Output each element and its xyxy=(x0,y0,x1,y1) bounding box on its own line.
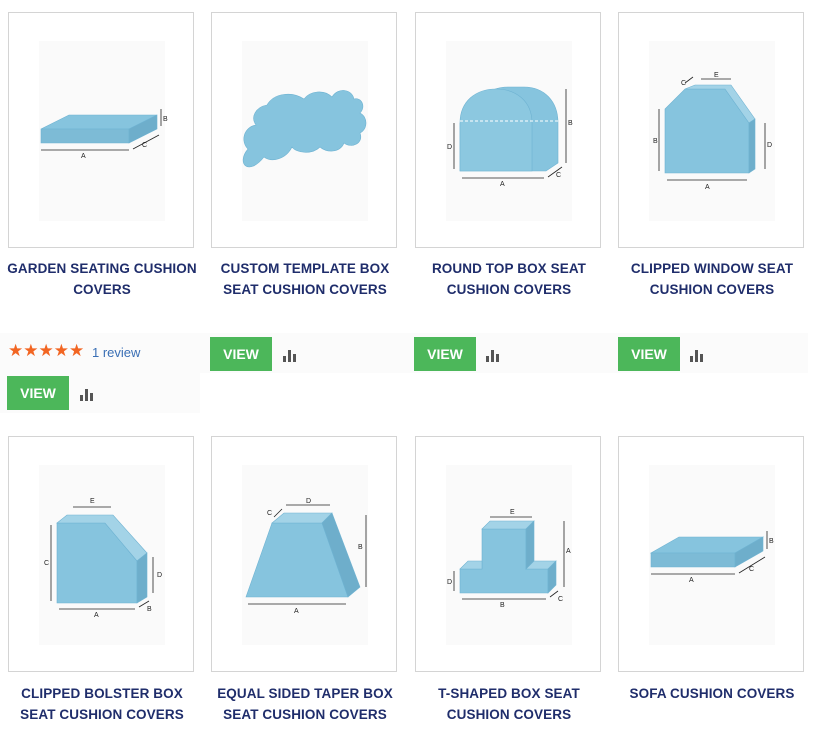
product-title[interactable]: CLIPPED WINDOW SEAT CUSHION COVERS xyxy=(612,258,812,300)
product-image-t-shaped-box[interactable]: E A D B C xyxy=(415,436,601,672)
svg-text:B: B xyxy=(769,538,774,545)
compare-icon[interactable] xyxy=(283,348,301,362)
view-button[interactable]: VIEW xyxy=(618,337,680,371)
product-image-clipped-window-seat[interactable]: B D A E C xyxy=(618,12,804,248)
svg-text:D: D xyxy=(447,144,452,151)
view-button[interactable]: VIEW xyxy=(414,337,476,371)
svg-text:A: A xyxy=(500,181,505,188)
svg-text:C: C xyxy=(556,172,561,179)
product-image-round-top-box[interactable]: A B C D xyxy=(415,12,601,248)
flat-box-cushion-icon: A B C xyxy=(39,41,168,221)
svg-text:D: D xyxy=(306,498,311,505)
svg-text:B: B xyxy=(500,602,505,609)
clipped-bolster-box-cushion-icon: C D A E B xyxy=(39,465,165,645)
svg-text:C: C xyxy=(558,596,563,603)
svg-text:E: E xyxy=(90,498,95,505)
svg-text:C: C xyxy=(142,142,147,149)
svg-text:E: E xyxy=(714,72,719,79)
product-title[interactable]: GARDEN SEATING CUSHION COVERS xyxy=(2,258,202,300)
product-image-sofa-cushion[interactable]: A B C xyxy=(618,436,804,672)
product-title[interactable]: CUSTOM TEMPLATE BOX SEAT CUSHION COVERS xyxy=(205,258,405,300)
svg-text:B: B xyxy=(147,606,152,613)
view-button[interactable]: VIEW xyxy=(7,376,69,410)
svg-text:D: D xyxy=(767,142,772,149)
product-title[interactable]: EQUAL SIDED TAPER BOX SEAT CUSHION COVER… xyxy=(205,683,405,725)
product-image-equal-sided-taper-box[interactable]: D B A C xyxy=(211,436,397,672)
svg-text:D: D xyxy=(447,579,452,586)
svg-text:B: B xyxy=(653,138,658,145)
svg-text:A: A xyxy=(81,153,86,160)
svg-text:B: B xyxy=(358,544,363,551)
svg-text:A: A xyxy=(689,577,694,584)
custom-template-cushion-icon xyxy=(242,41,368,221)
svg-text:C: C xyxy=(267,510,272,517)
product-title[interactable]: T-SHAPED BOX SEAT CUSHION COVERS xyxy=(409,683,609,725)
svg-text:A: A xyxy=(294,608,299,615)
product-title[interactable]: CLIPPED BOLSTER BOX SEAT CUSHION COVERS xyxy=(2,683,202,725)
svg-text:C: C xyxy=(681,80,686,87)
sofa-cushion-icon: A B C xyxy=(649,465,775,645)
product-title[interactable]: SOFA CUSHION COVERS xyxy=(612,683,812,704)
view-button[interactable]: VIEW xyxy=(210,337,272,371)
compare-icon[interactable] xyxy=(80,387,98,401)
svg-text:E: E xyxy=(510,509,515,516)
svg-text:C: C xyxy=(44,560,49,567)
compare-icon[interactable] xyxy=(486,348,504,362)
svg-text:A: A xyxy=(566,548,571,555)
svg-text:C: C xyxy=(749,566,754,573)
product-image-garden-seating[interactable]: A B C xyxy=(8,12,194,248)
svg-text:A: A xyxy=(94,612,99,619)
svg-text:A: A xyxy=(705,184,710,191)
svg-text:B: B xyxy=(163,116,168,123)
taper-box-cushion-icon: D B A C xyxy=(242,465,368,645)
svg-text:D: D xyxy=(157,572,162,579)
product-title[interactable]: ROUND TOP BOX SEAT CUSHION COVERS xyxy=(409,258,609,300)
svg-text:B: B xyxy=(568,120,573,127)
product-image-custom-template[interactable] xyxy=(211,12,397,248)
clipped-window-seat-cushion-icon: B D A E C xyxy=(649,41,775,221)
round-top-box-cushion-icon: A B C D xyxy=(446,41,573,221)
review-count-link[interactable]: 1 review xyxy=(92,345,140,360)
product-image-clipped-bolster-box[interactable]: C D A E B xyxy=(8,436,194,672)
rating-stars: ★★★★★ xyxy=(8,341,85,360)
compare-icon[interactable] xyxy=(690,348,708,362)
t-shaped-box-cushion-icon: E A D B C xyxy=(446,465,572,645)
